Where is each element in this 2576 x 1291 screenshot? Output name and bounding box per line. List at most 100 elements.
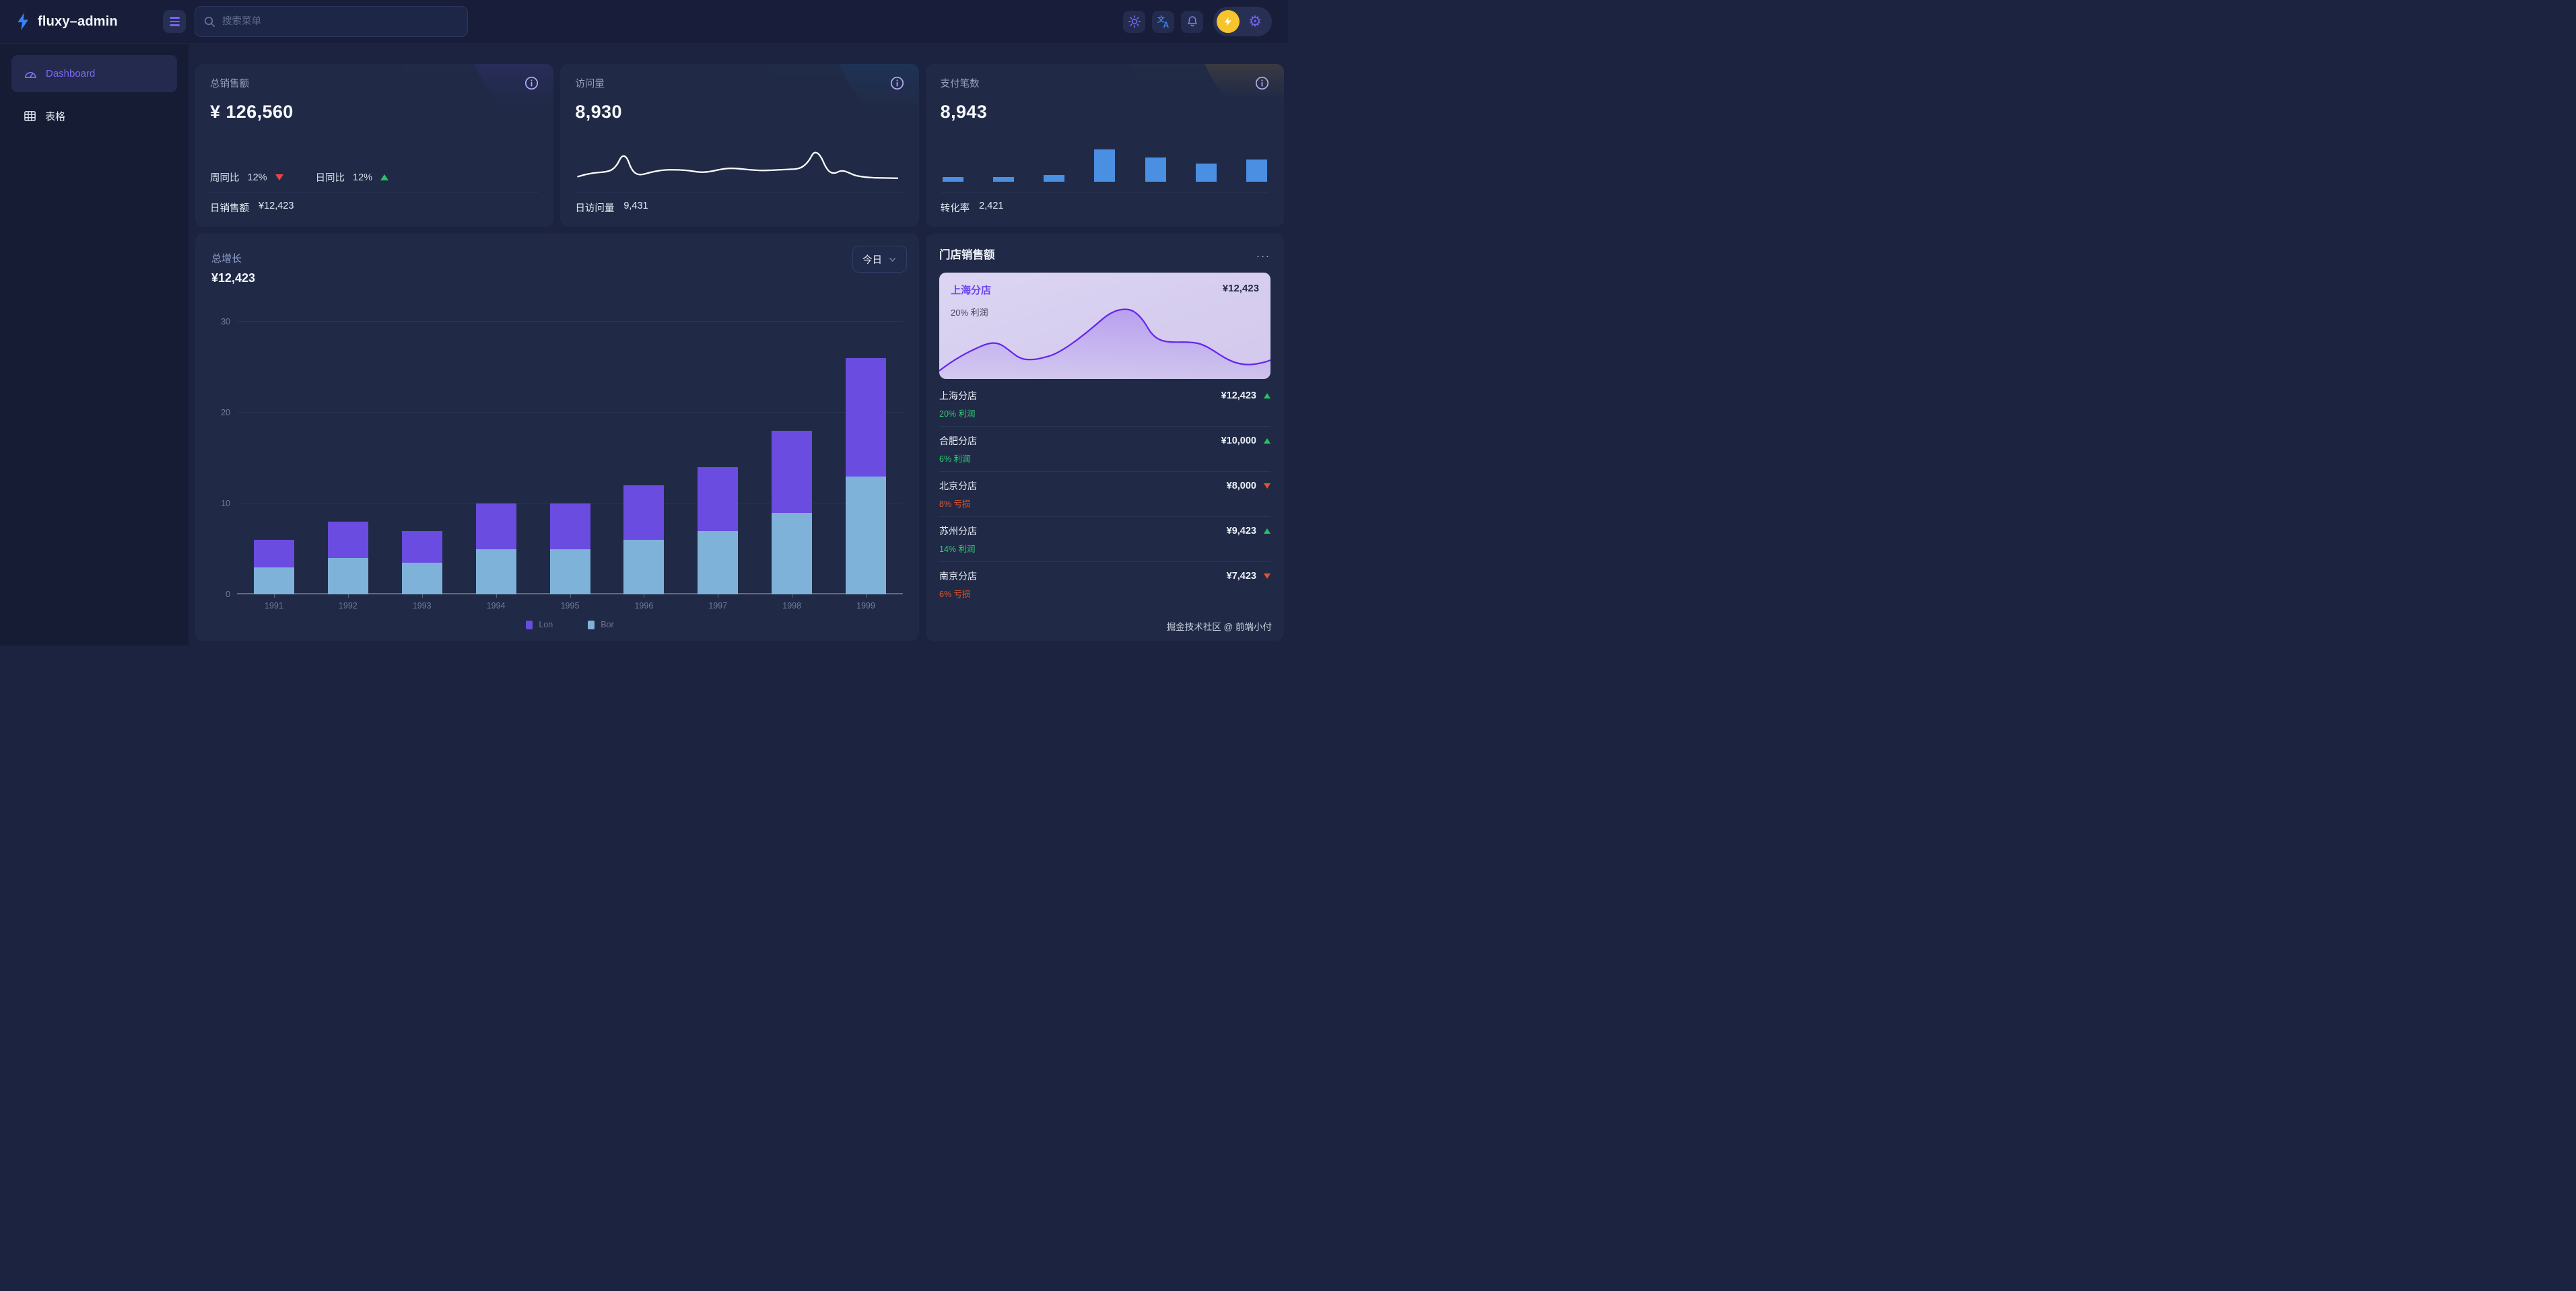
info-icon[interactable] <box>524 76 539 90</box>
legend-swatch <box>526 621 533 629</box>
store-row[interactable]: 上海分店¥12,42320% 利润 <box>939 382 1270 427</box>
store-row[interactable]: 南京分店¥7,4236% 亏损 <box>939 562 1270 606</box>
trend-up-icon <box>1264 438 1270 444</box>
card-total-sales: 总销售额 ¥ 126,560 周同比 12% <box>195 64 553 227</box>
bar-segment-bor <box>846 477 886 595</box>
spark-bar <box>943 177 963 182</box>
svg-text:A: A <box>1163 20 1169 28</box>
spark-bar <box>993 177 1014 182</box>
store-note: 14% 利润 <box>939 542 1270 555</box>
store-note: 6% 亏损 <box>939 587 1270 600</box>
stat-value: 8,930 <box>575 102 904 123</box>
store-note: 20% 利润 <box>939 407 1270 419</box>
spark-bar <box>1196 164 1217 182</box>
language-button[interactable]: 文 A <box>1152 11 1174 33</box>
store-highlight-shanghai[interactable]: 上海分店 ¥12,423 20% 利润 <box>939 273 1270 379</box>
trend-up-icon <box>380 174 388 180</box>
metric-label: 日同比 <box>316 170 345 184</box>
card-title: 支付笔数 <box>941 76 980 90</box>
store-row[interactable]: 苏州分店¥9,42314% 利润 <box>939 517 1270 562</box>
hamburger-icon <box>170 21 180 22</box>
table-grid-icon <box>24 110 36 123</box>
search-input[interactable] <box>195 6 468 37</box>
y-axis-tick: 0 <box>211 590 230 599</box>
legend-label: Lon <box>539 620 553 629</box>
highlight-store-name: 上海分店 <box>951 283 991 297</box>
watermark: 掘金技术社区 @ 前端小付 <box>1167 619 1272 633</box>
user-pill: ⚙ <box>1213 7 1272 36</box>
bar-segment-lon <box>846 358 886 477</box>
sun-icon <box>1128 15 1141 28</box>
spark-bar <box>1094 149 1115 182</box>
spark-bar <box>1145 158 1166 182</box>
trend-down-icon <box>1264 573 1270 579</box>
range-label: 今日 <box>862 252 882 267</box>
growth-chart-area: 0102030199119921993199419951996199719981… <box>211 285 907 631</box>
store-row[interactable]: 北京分店¥8,0008% 亏损 <box>939 472 1270 517</box>
bar-segment-lon <box>772 431 812 513</box>
stat-value: ¥ 126,560 <box>210 102 539 123</box>
bar-group-1998: 1998 <box>755 322 829 594</box>
sidebar-item-table[interactable]: 表格 <box>11 101 177 131</box>
bell-icon <box>1186 15 1199 28</box>
main-content: 总销售额 ¥ 126,560 周同比 12% <box>189 44 1288 646</box>
bar-segment-lon <box>476 503 516 549</box>
metric-week: 周同比 12% <box>210 170 283 184</box>
sidebar: Dashboard 表格 <box>0 44 189 646</box>
app-logo[interactable]: fluxy–admin <box>0 13 163 30</box>
settings-gear-icon[interactable]: ⚙ <box>1248 14 1262 29</box>
x-axis-label: 1999 <box>829 601 903 610</box>
footer-label: 日销售额 <box>210 201 249 215</box>
y-axis-tick: 20 <box>211 408 230 417</box>
trend-down-icon <box>1264 483 1270 489</box>
topbar: fluxy–admin <box>0 0 1288 44</box>
highlight-store-value: ¥12,423 <box>1223 283 1259 297</box>
bar-segment-bor <box>550 549 590 594</box>
footer-label: 日访问量 <box>575 201 614 215</box>
search-box <box>195 6 468 37</box>
metric-day: 日同比 12% <box>316 170 389 184</box>
growth-value: ¥12,423 <box>211 271 255 285</box>
highlight-store-note: 20% 利润 <box>951 306 1259 318</box>
brand-name: fluxy–admin <box>38 14 118 30</box>
sidebar-item-label: 表格 <box>45 109 65 123</box>
card-payments: 支付笔数 8,943 转化率 2,421 <box>926 64 1284 227</box>
store-value: ¥8,000 <box>1227 481 1256 491</box>
x-axis-label: 1997 <box>681 601 755 610</box>
y-axis-tick: 10 <box>211 499 230 508</box>
metric-value: 12% <box>353 172 372 183</box>
card-title: 总销售额 <box>210 76 249 90</box>
payments-sparkbars <box>941 149 1269 182</box>
sidebar-item-dashboard[interactable]: Dashboard <box>11 55 177 92</box>
notifications-button[interactable] <box>1181 11 1203 33</box>
bar-segment-bor <box>623 540 664 594</box>
date-range-dropdown[interactable]: 今日 <box>852 246 907 273</box>
legend-item-bor[interactable]: Bor <box>588 620 613 629</box>
bar-group-1992: 1992 <box>311 322 385 594</box>
stat-value: 8,943 <box>941 102 1269 123</box>
visits-sparkline <box>575 147 900 183</box>
metric-label: 周同比 <box>210 170 240 184</box>
legend-swatch <box>588 621 595 629</box>
footer-label: 转化率 <box>941 201 970 215</box>
theme-toggle-button[interactable] <box>1123 11 1145 33</box>
bar-group-1991: 1991 <box>237 322 311 594</box>
store-note: 8% 亏损 <box>939 497 1270 510</box>
x-axis-label: 1991 <box>237 601 311 610</box>
bar-series: 199119921993199419951996199719981999 <box>237 322 903 594</box>
bar-segment-bor <box>772 513 812 595</box>
bar-group-1993: 1993 <box>385 322 459 594</box>
ellipsis-icon[interactable]: ... <box>1256 251 1270 256</box>
legend-item-lon[interactable]: Lon <box>526 620 553 629</box>
info-icon[interactable] <box>1255 76 1269 90</box>
menu-toggle-button[interactable] <box>163 10 186 33</box>
user-avatar[interactable] <box>1217 10 1240 33</box>
bar-segment-lon <box>698 467 738 531</box>
info-icon[interactable] <box>890 76 904 90</box>
stores-title: 门店销售额 <box>939 246 995 262</box>
chart-legend: Lon Bor <box>237 620 903 629</box>
bar-segment-lon <box>254 540 294 567</box>
topbar-actions: 文 A ⚙ <box>1123 7 1288 36</box>
x-axis-label: 1998 <box>755 601 829 610</box>
store-row[interactable]: 合肥分店¥10,0006% 利润 <box>939 427 1270 472</box>
